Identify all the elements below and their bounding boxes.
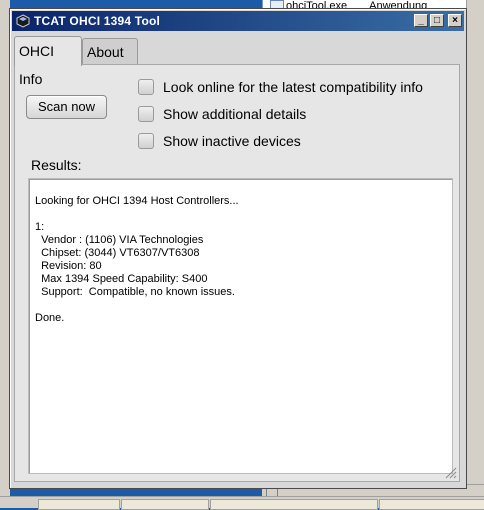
minimize-icon: _	[418, 15, 424, 26]
status-segment	[379, 499, 484, 510]
inactive-devices-checkbox[interactable]	[138, 133, 154, 149]
additional-details-label: Show additional details	[163, 106, 307, 122]
close-button[interactable]: ×	[448, 14, 462, 27]
scan-now-button[interactable]: Scan now	[26, 95, 107, 119]
results-textarea[interactable]: Looking for OHCI 1394 Host Controllers..…	[28, 178, 453, 474]
status-segment	[210, 499, 378, 510]
look-online-label: Look online for the latest compatibility…	[163, 79, 423, 95]
background-status-bar	[0, 496, 484, 510]
minimize-button[interactable]: _	[414, 14, 428, 27]
additional-details-checkbox[interactable]	[138, 106, 154, 122]
tcat-ohci-window: TCAT OHCI 1394 Tool _ □ × OHCI Info Abou…	[9, 8, 467, 489]
background-vertical-scrollbar[interactable]	[466, 0, 484, 484]
status-segment	[38, 499, 120, 510]
inactive-devices-label: Show inactive devices	[163, 133, 301, 149]
maximize-icon: □	[433, 15, 441, 26]
close-icon: ×	[452, 15, 458, 26]
tab-ohci-info[interactable]: OHCI Info	[14, 36, 82, 87]
tab-about[interactable]: About	[82, 38, 138, 64]
look-online-checkbox[interactable]	[138, 79, 154, 95]
results-content: Looking for OHCI 1394 Host Controllers..…	[35, 195, 239, 324]
maximize-button[interactable]: □	[430, 14, 444, 27]
ohci-info-panel: Scan now Look online for the latest comp…	[14, 64, 460, 482]
window-title: TCAT OHCI 1394 Tool	[34, 14, 161, 28]
status-segment	[121, 499, 209, 510]
title-bar[interactable]: TCAT OHCI 1394 Tool _ □ ×	[12, 11, 464, 31]
app-icon	[16, 14, 30, 28]
resize-grip-icon[interactable]	[445, 467, 457, 479]
results-label: Results:	[31, 157, 82, 173]
